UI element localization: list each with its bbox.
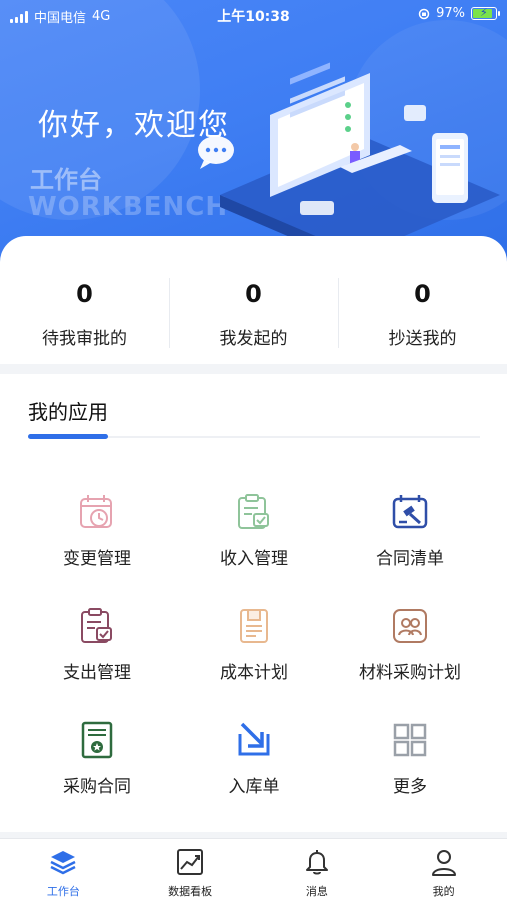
app-income-management[interactable]: 收入管理 [179,492,329,582]
calendar-clock-icon [80,495,112,528]
stat-initiated[interactable]: 0 我发起的 [169,236,338,364]
app-label: 变更管理 [63,549,131,569]
app-cost-plan[interactable]: 成本计划 [179,606,329,696]
my-apps-section: 我的应用 变更管理 收入管理 合同清单 支出管理 成本计划 材料采购计划 采购合… [0,374,507,832]
workbench-title-cn: 工作台 [30,166,102,194]
stats-card: 0 待我审批的 0 我发起的 0 抄送我的 [0,236,507,364]
app-label: 收入管理 [220,549,288,569]
app-change-management[interactable]: 变更管理 [22,492,172,582]
stat-value: 0 [76,280,93,308]
tab-workbench[interactable]: 工作台 [0,839,127,900]
app-material-purchase-plan[interactable]: 材料采购计划 [335,606,485,696]
app-warehouse-receipt[interactable]: 入库单 [179,720,329,810]
battery-icon: ⚡ [471,6,500,20]
inbox-arrow-icon [238,722,270,756]
stat-value: 0 [245,280,262,308]
stat-label: 我发起的 [219,329,288,349]
app-contract-list[interactable]: 合同清单 [335,492,485,582]
tab-messages[interactable]: 消息 [254,839,381,900]
tab-label: 数据看板 [168,885,213,898]
chart-board-icon [177,849,204,875]
workbench-illustration [220,62,500,245]
clipboard-check-icon [238,494,269,529]
rotation-lock-icon [418,8,430,19]
app-label: 材料采购计划 [359,663,461,683]
status-bar: 中国电信 4G 上午10:38 97% ⚡ [0,0,507,30]
document-icon [240,609,268,643]
clipboard-list-icon [81,608,112,643]
stat-cc-to-me[interactable]: 0 抄送我的 [338,236,507,364]
people-icon [393,609,427,643]
app-label: 成本计划 [220,663,288,683]
stat-value: 0 [414,280,431,308]
app-label: 支出管理 [63,663,131,683]
section-indicator [28,434,108,439]
app-label: 入库单 [228,777,280,797]
bell-icon [305,850,328,875]
stat-pending-approval[interactable]: 0 待我审批的 [0,236,169,364]
stat-label: 抄送我的 [388,329,457,349]
stat-label: 待我审批的 [42,329,127,349]
app-purchase-contract[interactable]: 采购合同 [22,720,172,810]
tab-label: 工作台 [46,885,80,898]
certificate-icon [81,721,113,759]
grid-icon [393,723,427,757]
app-label: 采购合同 [63,777,131,797]
app-more[interactable]: 更多 [335,720,485,810]
tab-label: 我的 [432,885,455,898]
app-label: 更多 [393,777,427,797]
layers-icon [50,851,76,875]
chat-bubble-icon [198,136,234,169]
app-expense-management[interactable]: 支出管理 [22,606,172,696]
tab-label: 消息 [305,885,328,898]
workbench-title-en: WORKBENCH [28,192,229,222]
bottom-tab-bar: 工作台 数据看板 消息 我的 [0,838,507,900]
calendar-gavel-icon [392,495,428,529]
section-title: 我的应用 [28,400,108,424]
tab-dashboard[interactable]: 数据看板 [127,839,254,900]
tab-profile[interactable]: 我的 [380,839,507,900]
user-icon [431,850,456,876]
app-label: 合同清单 [376,549,444,569]
hero-banner: 中国电信 4G 上午10:38 97% ⚡ 你好，欢迎您 工作台 WORKBEN… [0,0,507,262]
battery-percent: 97% [436,6,465,21]
